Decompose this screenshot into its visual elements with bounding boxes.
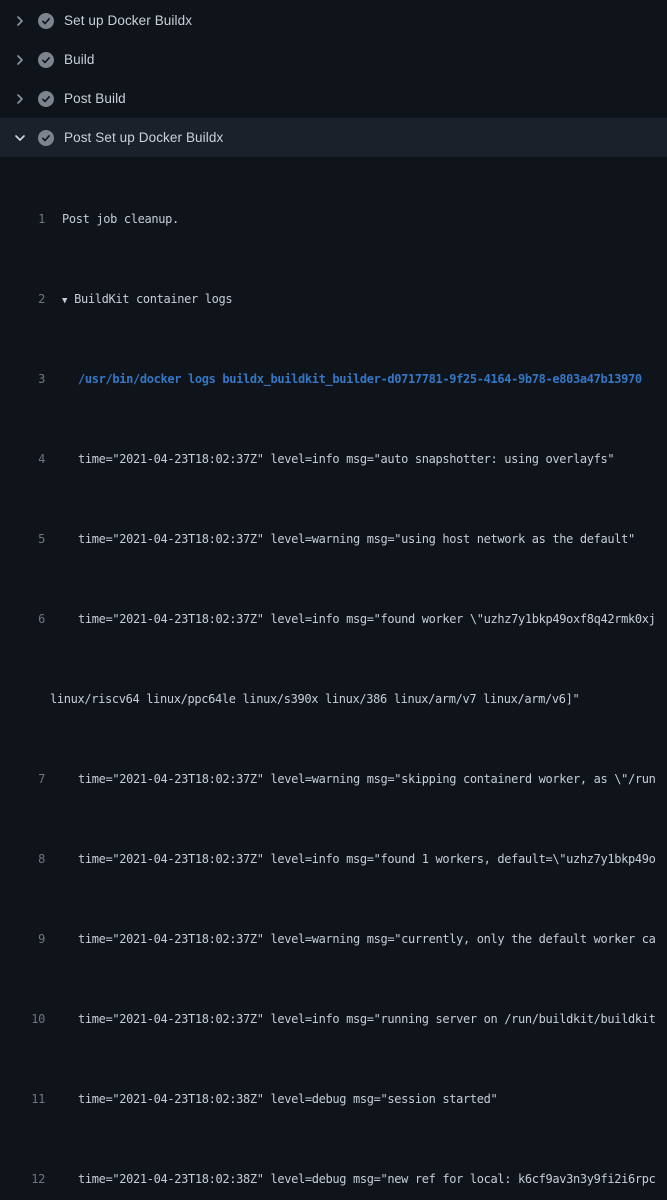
log-line-text: time="2021-04-23T18:02:38Z" level=debug … (45, 1169, 655, 1189)
log-line-content: linux/riscv64 linux/ppc64le linux/s390x … (50, 692, 579, 706)
log-line-content: time="2021-04-23T18:02:38Z" level=debug … (78, 1092, 497, 1106)
step-label: Build (64, 52, 95, 67)
log-line-text: time="2021-04-23T18:02:37Z" level=warnin… (45, 529, 635, 549)
check-circle-icon (38, 130, 54, 146)
check-circle-icon (38, 91, 54, 107)
log-line-number[interactable]: 6 (0, 609, 45, 629)
step-label: Post Build (64, 91, 126, 106)
log-line-text: time="2021-04-23T18:02:38Z" level=debug … (45, 1089, 497, 1109)
log-line: linux/riscv64 linux/ppc64le linux/s390x … (0, 689, 667, 709)
log-line: 12 time="2021-04-23T18:02:38Z" level=deb… (0, 1169, 667, 1189)
step-label: Post Set up Docker Buildx (64, 130, 223, 145)
chevron-right-icon (12, 91, 28, 107)
step-header-set-up-docker-buildx[interactable]: Set up Docker Buildx (0, 1, 667, 40)
log-line-content: time="2021-04-23T18:02:37Z" level=warnin… (78, 932, 655, 946)
log-line: 4 time="2021-04-23T18:02:37Z" level=info… (0, 449, 667, 469)
log-line: 7 time="2021-04-23T18:02:37Z" level=warn… (0, 769, 667, 789)
step-header-build[interactable]: Build (0, 40, 667, 79)
log-line-number[interactable]: 9 (0, 929, 45, 949)
log-line-number[interactable]: 10 (0, 1009, 45, 1029)
chevron-right-icon (12, 52, 28, 68)
log-line-content: time="2021-04-23T18:02:37Z" level=warnin… (78, 532, 635, 546)
log-line-text: /usr/bin/docker logs buildx_buildkit_bui… (45, 369, 642, 389)
check-circle-icon (38, 13, 54, 29)
log-line-text: time="2021-04-23T18:02:37Z" level=info m… (45, 1009, 655, 1029)
log-line: 6 time="2021-04-23T18:02:37Z" level=info… (0, 609, 667, 629)
group-toggle-icon[interactable]: ▼ (62, 296, 67, 306)
log-line-number[interactable]: 1 (0, 209, 45, 229)
log-line-text: linux/riscv64 linux/ppc64le linux/s390x … (45, 689, 579, 709)
log-line-text: time="2021-04-23T18:02:37Z" level=warnin… (45, 769, 655, 789)
log-line: 5 time="2021-04-23T18:02:37Z" level=warn… (0, 529, 667, 549)
log-line-text: Post job cleanup. (45, 209, 179, 229)
log-line-number[interactable]: 5 (0, 529, 45, 549)
log-line: 2 ▼ BuildKit container logs (0, 289, 667, 309)
log-line: 11 time="2021-04-23T18:02:38Z" level=deb… (0, 1089, 667, 1109)
log-line-number[interactable]: 8 (0, 849, 45, 869)
log-line: 1 Post job cleanup. (0, 209, 667, 229)
log-line-text: time="2021-04-23T18:02:37Z" level=warnin… (45, 929, 655, 949)
log-line-content: time="2021-04-23T18:02:37Z" level=info m… (78, 452, 614, 466)
log-line: 10 time="2021-04-23T18:02:37Z" level=inf… (0, 1009, 667, 1029)
step-header-post-build[interactable]: Post Build (0, 79, 667, 118)
log-line-number[interactable]: 3 (0, 369, 45, 389)
log-line-number[interactable]: 7 (0, 769, 45, 789)
log-line: 9 time="2021-04-23T18:02:37Z" level=warn… (0, 929, 667, 949)
log-line-content: time="2021-04-23T18:02:37Z" level=info m… (78, 852, 655, 866)
step-list: Set up Docker Buildx Build Post Build (0, 0, 667, 157)
chevron-right-icon (12, 13, 28, 29)
log-line-number[interactable]: 4 (0, 449, 45, 469)
check-circle-icon (38, 52, 54, 68)
log-line-content: time="2021-04-23T18:02:37Z" level=warnin… (78, 772, 655, 786)
log-line-number[interactable]: 2 (0, 289, 45, 309)
log-line: 8 time="2021-04-23T18:02:37Z" level=info… (0, 849, 667, 869)
log-viewer: 1 Post job cleanup. 2 ▼ BuildKit containe… (0, 157, 667, 1200)
log-line-content: /usr/bin/docker logs buildx_buildkit_bui… (78, 372, 642, 386)
log-line-content: time="2021-04-23T18:02:38Z" level=debug … (78, 1172, 655, 1186)
log-line-text: time="2021-04-23T18:02:37Z" level=info m… (45, 609, 655, 629)
log-line-text: time="2021-04-23T18:02:37Z" level=info m… (45, 849, 655, 869)
log-line-number[interactable]: 12 (0, 1169, 45, 1189)
log-line-content: time="2021-04-23T18:02:37Z" level=info m… (78, 612, 655, 626)
log-line: 3 /usr/bin/docker logs buildx_buildkit_b… (0, 369, 667, 389)
step-header-post-set-up-docker-buildx[interactable]: Post Set up Docker Buildx (0, 118, 667, 157)
log-line-content: BuildKit container logs (74, 292, 232, 306)
log-line-content: time="2021-04-23T18:02:37Z" level=info m… (78, 1012, 655, 1026)
log-line-text: time="2021-04-23T18:02:37Z" level=info m… (45, 449, 614, 469)
log-line-text: ▼ BuildKit container logs (45, 289, 232, 309)
log-line-content: Post job cleanup. (62, 212, 179, 226)
log-line-number[interactable] (0, 689, 45, 709)
chevron-down-icon (12, 130, 28, 146)
step-label: Set up Docker Buildx (64, 13, 192, 28)
log-line-number[interactable]: 11 (0, 1089, 45, 1109)
